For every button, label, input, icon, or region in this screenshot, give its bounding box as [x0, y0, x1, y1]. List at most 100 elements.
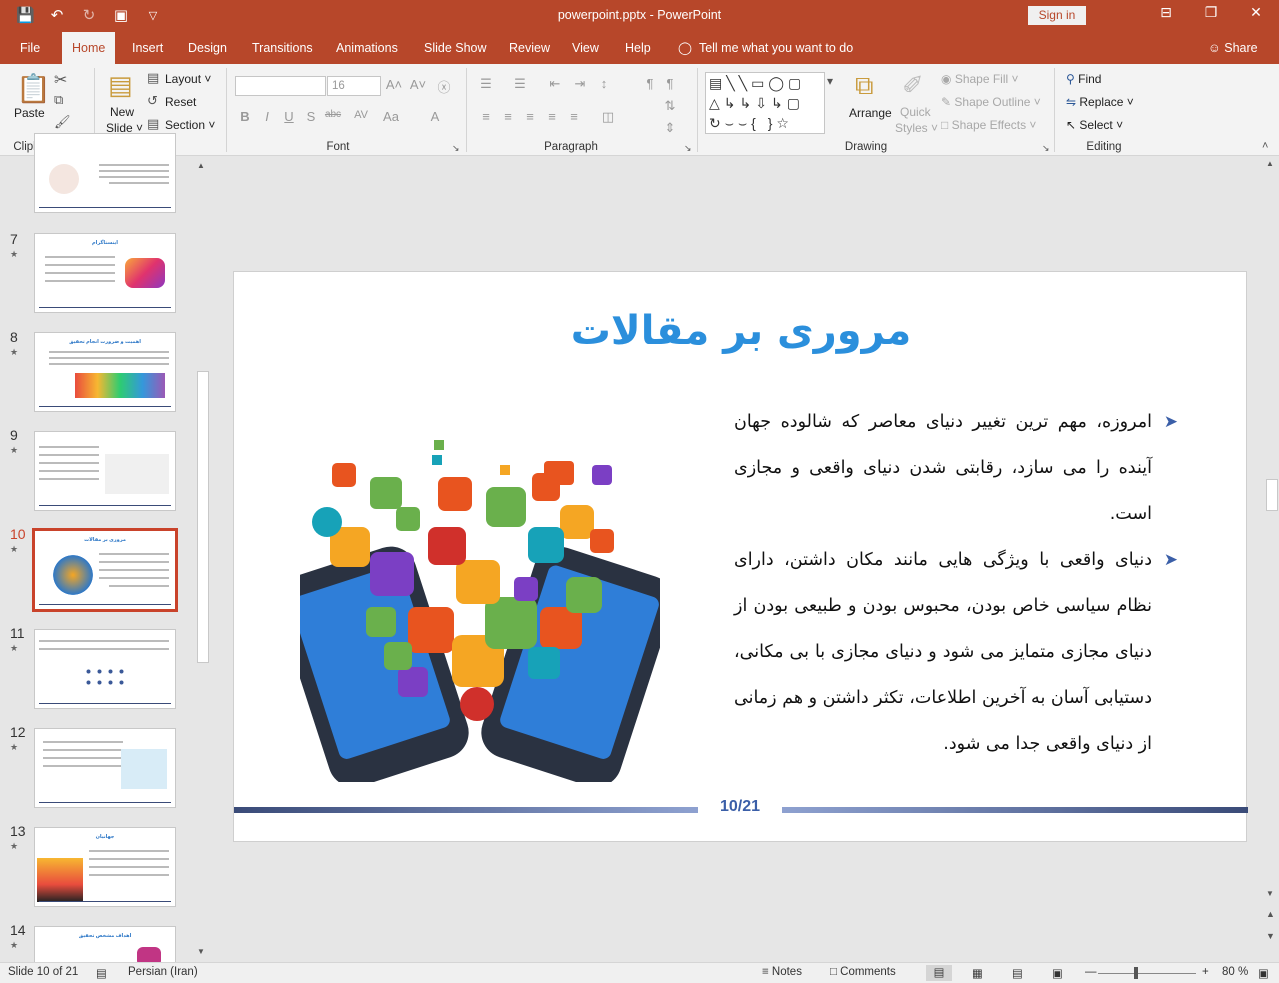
paragraph-launcher-icon[interactable]: ↘: [684, 143, 692, 154]
fit-to-window-icon[interactable]: ▣: [1258, 966, 1269, 980]
zoom-level[interactable]: 80 %: [1222, 966, 1248, 978]
underline-icon[interactable]: U: [279, 109, 299, 124]
scroll-thumb[interactable]: [1266, 479, 1278, 511]
copy-icon[interactable]: ⧉: [54, 92, 63, 108]
find-button[interactable]: ⚲ Find: [1066, 72, 1101, 86]
italic-icon[interactable]: I: [257, 109, 277, 124]
slide-thumbnail-selected[interactable]: مروری بر مقالات: [32, 528, 178, 612]
font-color-icon[interactable]: A: [425, 109, 445, 124]
zoom-in-icon[interactable]: +: [1202, 966, 1209, 978]
reading-view-icon[interactable]: ▤: [1012, 966, 1023, 980]
align-right-icon[interactable]: ≡: [520, 109, 540, 124]
ltr-icon[interactable]: ¶: [660, 76, 680, 91]
slide-sorter-icon[interactable]: ▦: [972, 966, 983, 980]
next-slide-icon[interactable]: ▼: [1266, 931, 1275, 941]
tab-insert[interactable]: Insert: [132, 32, 163, 64]
decrease-indent-icon[interactable]: ⇤: [545, 76, 565, 92]
shape-effects-button[interactable]: □ Shape Effects ˅: [941, 118, 1036, 132]
replace-button[interactable]: ⇋ Replace ˅: [1066, 95, 1134, 109]
decrease-font-icon[interactable]: A˅: [408, 77, 428, 92]
scroll-up-icon[interactable]: ▲: [1266, 159, 1274, 168]
font-launcher-icon[interactable]: ↘: [452, 143, 460, 154]
shape-fill-button[interactable]: ◉ Shape Fill ˅: [941, 72, 1019, 86]
columns-icon[interactable]: ◫: [598, 109, 618, 125]
scroll-down-icon[interactable]: ▼: [1266, 889, 1274, 898]
drawing-launcher-icon[interactable]: ↘: [1042, 143, 1050, 154]
strikethrough-icon[interactable]: abc: [323, 109, 343, 120]
text-direction-icon[interactable]: ⇅: [660, 98, 680, 114]
share-button[interactable]: ☺ Share: [1208, 32, 1258, 65]
paste-icon[interactable]: 📋: [16, 72, 51, 105]
slide-scrollbar[interactable]: ▲ ▼ ▲ ▼: [1264, 157, 1279, 962]
section-button[interactable]: Section ˅: [165, 118, 215, 132]
cut-icon[interactable]: ✂: [54, 70, 67, 90]
shapes-gallery[interactable]: ▤╲╲▭◯▢ △↳↳⇩↳▢ ↻⌣⌣{ }☆: [705, 72, 825, 134]
shadow-icon[interactable]: S: [301, 109, 321, 124]
numbering-icon[interactable]: ☰: [510, 76, 530, 92]
sign-in-button[interactable]: Sign in: [1028, 6, 1086, 25]
slide-thumbnail[interactable]: [34, 629, 176, 709]
tab-view[interactable]: View: [572, 32, 599, 64]
spelling-icon[interactable]: ▤: [96, 966, 107, 980]
distributed-icon[interactable]: ≡: [564, 109, 584, 124]
format-painter-icon[interactable]: 🖌: [54, 114, 71, 130]
zoom-out-icon[interactable]: —: [1085, 966, 1097, 978]
quick-styles-label[interactable]: Quick: [900, 105, 931, 119]
rtl-icon[interactable]: ¶: [640, 76, 660, 91]
scroll-down-icon[interactable]: ▼: [197, 947, 205, 956]
tab-design[interactable]: Design: [188, 32, 227, 64]
shape-outline-button[interactable]: ✎ Shape Outline ˅: [941, 95, 1041, 109]
slide-thumbnail[interactable]: اینستاگرام: [34, 233, 176, 313]
character-spacing-icon[interactable]: AV: [351, 109, 371, 121]
bold-icon[interactable]: B: [235, 109, 255, 124]
align-text-icon[interactable]: ⇕: [660, 120, 680, 136]
slide-thumbnail[interactable]: اهداف مشخص تحقیق: [34, 926, 176, 966]
tab-file[interactable]: File: [20, 32, 40, 64]
quick-styles-icon[interactable]: ✐: [902, 70, 924, 101]
slide-thumbnail[interactable]: جهانیان: [34, 827, 176, 907]
tab-help[interactable]: Help: [625, 32, 651, 64]
quick-styles-dropdown[interactable]: Styles ˅: [895, 121, 938, 135]
slide-thumbnail[interactable]: [34, 728, 176, 808]
tab-animations[interactable]: Animations: [336, 32, 398, 64]
normal-view-button[interactable]: ▤: [926, 965, 952, 981]
tab-slide-show[interactable]: Slide Show: [424, 32, 487, 64]
slide-title[interactable]: مروری بر مقالات: [234, 308, 1248, 354]
font-size-combo[interactable]: 16: [327, 76, 381, 96]
reset-button[interactable]: Reset: [165, 95, 196, 109]
new-slide-icon[interactable]: ▤: [108, 70, 133, 101]
change-case-icon[interactable]: Aa: [381, 109, 401, 124]
language-status[interactable]: Persian (Iran): [128, 966, 198, 978]
tell-me-search[interactable]: ◯ Tell me what you want to do: [678, 32, 853, 65]
clear-formatting-icon[interactable]: ⓧ: [434, 77, 454, 96]
thumbnail-scrollbar[interactable]: ▲ ▼: [196, 157, 210, 962]
increase-indent-icon[interactable]: ⇥: [570, 76, 590, 92]
previous-slide-icon[interactable]: ▲: [1266, 909, 1275, 919]
collapse-ribbon-icon[interactable]: ˄: [1262, 140, 1268, 152]
align-left-icon[interactable]: ≡: [476, 109, 496, 124]
slide-show-icon[interactable]: ▣: [1052, 966, 1063, 980]
arrange-icon[interactable]: ⧉: [855, 70, 874, 102]
slide-thumbnail[interactable]: [34, 133, 176, 213]
line-spacing-icon[interactable]: ↕: [594, 76, 614, 91]
align-center-icon[interactable]: ≡: [498, 109, 518, 124]
layout-button[interactable]: Layout ˅: [165, 72, 211, 86]
justify-icon[interactable]: ≡: [542, 109, 562, 124]
tab-review[interactable]: Review: [509, 32, 550, 64]
slide-thumbnail[interactable]: [34, 431, 176, 511]
shapes-more-icon[interactable]: ▾: [827, 74, 833, 88]
scroll-thumb[interactable]: [197, 371, 209, 663]
slide-thumbnail[interactable]: اهمیت و ضرورت انجام تحقیق: [34, 332, 176, 412]
increase-font-icon[interactable]: A˄: [384, 77, 404, 92]
arrange-button[interactable]: Arrange: [849, 106, 892, 120]
tab-home[interactable]: Home: [62, 32, 116, 64]
zoom-slider[interactable]: [1098, 973, 1196, 974]
zoom-slider-thumb[interactable]: [1134, 967, 1138, 979]
ribbon-display-options-icon[interactable]: ⊟: [1143, 4, 1189, 21]
close-button[interactable]: ✕: [1233, 4, 1279, 21]
restore-button[interactable]: ❐: [1188, 4, 1234, 21]
paste-button[interactable]: Paste: [14, 106, 45, 120]
bullets-icon[interactable]: ☰: [476, 76, 496, 92]
tab-transitions[interactable]: Transitions: [252, 32, 313, 64]
font-name-combo[interactable]: [235, 76, 326, 96]
